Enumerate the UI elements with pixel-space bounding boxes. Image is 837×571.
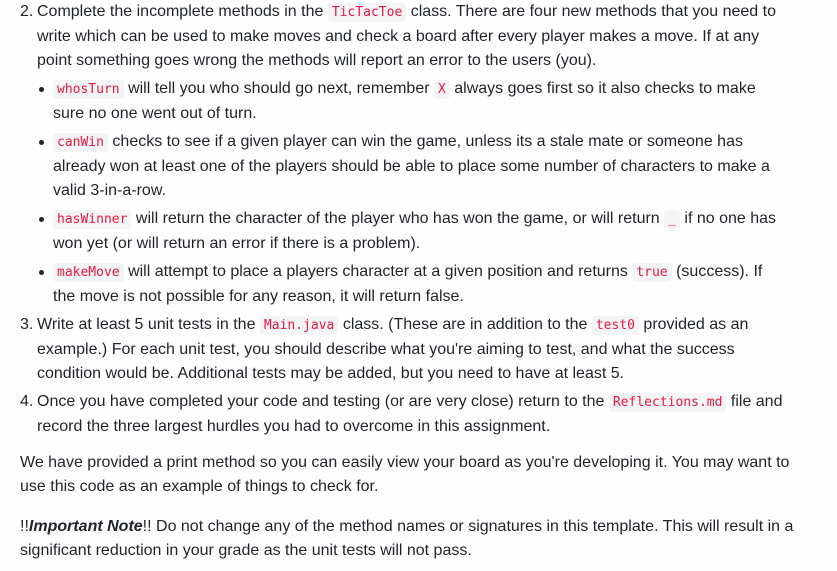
text-line: Write at least 5 unit tests in the Main.… [37, 313, 837, 338]
note-text: Do not change any of the method names or… [151, 518, 794, 535]
text-line: Once you have completed your code and te… [37, 390, 837, 415]
text-run: valid 3-in-a-row. [53, 182, 166, 199]
text-run: point something goes wrong the methods w… [37, 52, 597, 69]
text-run: the move is not possible for any reason,… [53, 288, 464, 305]
text-line: Complete the incomplete methods in the T… [37, 0, 837, 25]
text-line: sure no one went out of turn. [53, 102, 837, 126]
text-line: makeMove will attempt to place a players… [53, 260, 837, 285]
inline-code: Main.java [259, 316, 339, 335]
important-note-paragraph: !!Important Note!! Do not change any of … [20, 515, 837, 563]
text-run: if no one has [679, 210, 777, 227]
text-line: valid 3-in-a-row. [53, 179, 837, 203]
text-line: hasWinner will return the character of t… [53, 207, 837, 232]
inline-code: true [632, 263, 672, 282]
text-line: won yet (or will return an error if ther… [53, 232, 837, 256]
text-line: point something goes wrong the methods w… [37, 49, 837, 73]
step-number: 3. [20, 316, 34, 333]
text-run: record the three largest hurdles you had… [37, 418, 551, 435]
text-line: example.) For each unit test, you should… [37, 338, 837, 362]
step-number: 2. [20, 3, 34, 20]
text-run: class. (These are in addition to the [338, 316, 592, 333]
method-name: makeMove [53, 263, 124, 282]
text-run: always goes first so it also checks to m… [449, 80, 756, 97]
note-suffix: !! [142, 518, 152, 535]
text-run: checks to see if a given player can win … [107, 133, 743, 150]
text-run: write which can be used to make moves an… [37, 28, 760, 45]
text-run: example.) For each unit test, you should… [37, 341, 735, 358]
paragraph-line: use this code as an example of things to… [20, 478, 379, 495]
text-run: already won at least one of the players … [53, 158, 770, 175]
step-number: 4. [20, 393, 34, 410]
step-item: 3. Write at least 5 unit tests in the Mai… [20, 313, 837, 386]
text-run: condition would be. Additional tests may… [37, 365, 625, 382]
inline-code: Reflections.md [608, 393, 727, 412]
note-prefix: !! [20, 518, 29, 535]
note-emphasis: Important Note [29, 518, 143, 535]
inline-code: TicTacToe [327, 3, 407, 22]
text-run: won yet (or will return an error if ther… [53, 235, 421, 252]
step-item: 2. Complete the incomplete methods in the… [20, 0, 837, 309]
text-line: record the three largest hurdles you had… [37, 415, 837, 439]
text-run: file and [726, 393, 783, 410]
method-list-item: makeMove will attempt to place a players… [39, 260, 837, 309]
text-run: Complete the incomplete methods in the [37, 3, 328, 20]
method-name: canWin [53, 133, 108, 152]
method-list-item: canWin checks to see if a given player c… [39, 130, 837, 203]
text-run: Write at least 5 unit tests in the [37, 316, 260, 333]
text-run: (success). If [671, 263, 763, 280]
method-name: hasWinner [53, 210, 132, 229]
text-run: class. There are four new methods that y… [406, 3, 776, 20]
method-list-item: whosTurn will tell you who should go nex… [39, 77, 837, 126]
text-run: will attempt to place a players characte… [123, 263, 633, 280]
instruction-steps: 2. Complete the incomplete methods in the… [20, 0, 837, 439]
inline-code: test0 [591, 316, 639, 335]
text-run: provided as an [638, 316, 749, 333]
inline-code: _ [664, 210, 680, 229]
note-emphasis-text: Important Note [28, 518, 143, 535]
text-run: sure no one went out of turn. [53, 105, 257, 122]
text-line: already won at least one of the players … [53, 155, 837, 179]
method-list: whosTurn will tell you who should go nex… [37, 77, 837, 309]
inline-code: X [434, 80, 450, 99]
method-list-item: hasWinner will return the character of t… [39, 207, 837, 256]
text-line: condition would be. Additional tests may… [37, 362, 837, 386]
bullet-icon [39, 140, 44, 145]
text-run: Once you have completed your code and te… [37, 393, 609, 410]
markdown-document: 2. Complete the incomplete methods in the… [0, 0, 837, 563]
paragraph-line: !!Important Note!! Do not change any of … [20, 515, 837, 539]
paragraph-line: We have provided a print method so you c… [20, 454, 790, 471]
text-line: the move is not possible for any reason,… [53, 285, 837, 309]
step-item: 4. Once you have completed your code and … [20, 390, 837, 439]
print-method-paragraph: We have provided a print method so you c… [20, 451, 837, 499]
text-line: whosTurn will tell you who should go nex… [53, 77, 837, 102]
text-run: will tell you who should go next, rememb… [123, 80, 434, 97]
bullet-icon [39, 270, 44, 275]
method-name: whosTurn [53, 80, 124, 99]
bullet-icon [39, 87, 44, 92]
bullet-icon [39, 217, 44, 222]
text-line: canWin checks to see if a given player c… [53, 130, 837, 155]
text-run: will return the character of the player … [131, 210, 665, 227]
text-line: write which can be used to make moves an… [37, 25, 837, 49]
paragraph-line: significant reduction in your grade as t… [20, 542, 472, 559]
